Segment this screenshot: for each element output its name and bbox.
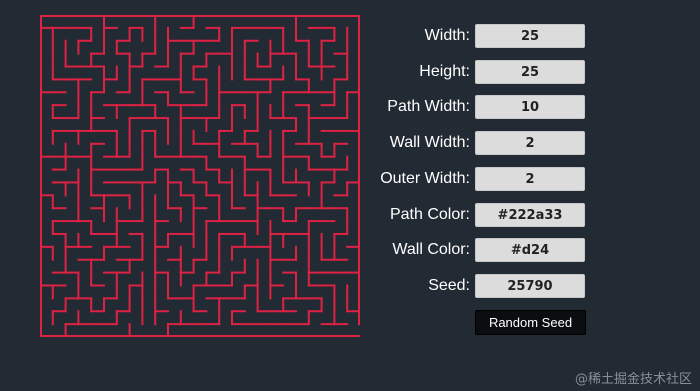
wall-color-row: Wall Color: xyxy=(360,238,590,262)
maze-background xyxy=(40,15,360,337)
outer-width-row: Outer Width: xyxy=(360,167,590,191)
wall-color-label: Wall Color: xyxy=(392,241,470,258)
height-label: Height: xyxy=(419,63,470,80)
wall-width-row: Wall Width: xyxy=(360,131,590,155)
seed-row: Seed: xyxy=(360,274,590,298)
random-seed-button[interactable]: Random Seed xyxy=(475,310,586,335)
path-width-input[interactable] xyxy=(475,95,585,119)
watermark: @稀土掘金技术社区 xyxy=(574,372,692,387)
height-input[interactable] xyxy=(475,60,585,84)
outer-width-input[interactable] xyxy=(475,167,585,191)
outer-width-label: Outer Width: xyxy=(380,170,470,187)
path-width-label: Path Width: xyxy=(387,98,470,115)
seed-label: Seed: xyxy=(428,277,470,294)
wall-color-input[interactable] xyxy=(475,238,585,262)
path-color-label: Path Color: xyxy=(389,206,470,223)
path-color-row: Path Color: xyxy=(360,203,590,227)
width-row: Width: xyxy=(360,24,590,48)
height-row: Height: xyxy=(360,60,590,84)
path-color-input[interactable] xyxy=(475,203,585,227)
maze-canvas xyxy=(40,15,360,337)
path-width-row: Path Width: xyxy=(360,95,590,119)
wall-width-input[interactable] xyxy=(475,131,585,155)
wall-width-label: Wall Width: xyxy=(389,134,470,151)
width-input[interactable] xyxy=(475,24,585,48)
seed-input[interactable] xyxy=(475,274,585,298)
width-label: Width: xyxy=(424,27,470,44)
